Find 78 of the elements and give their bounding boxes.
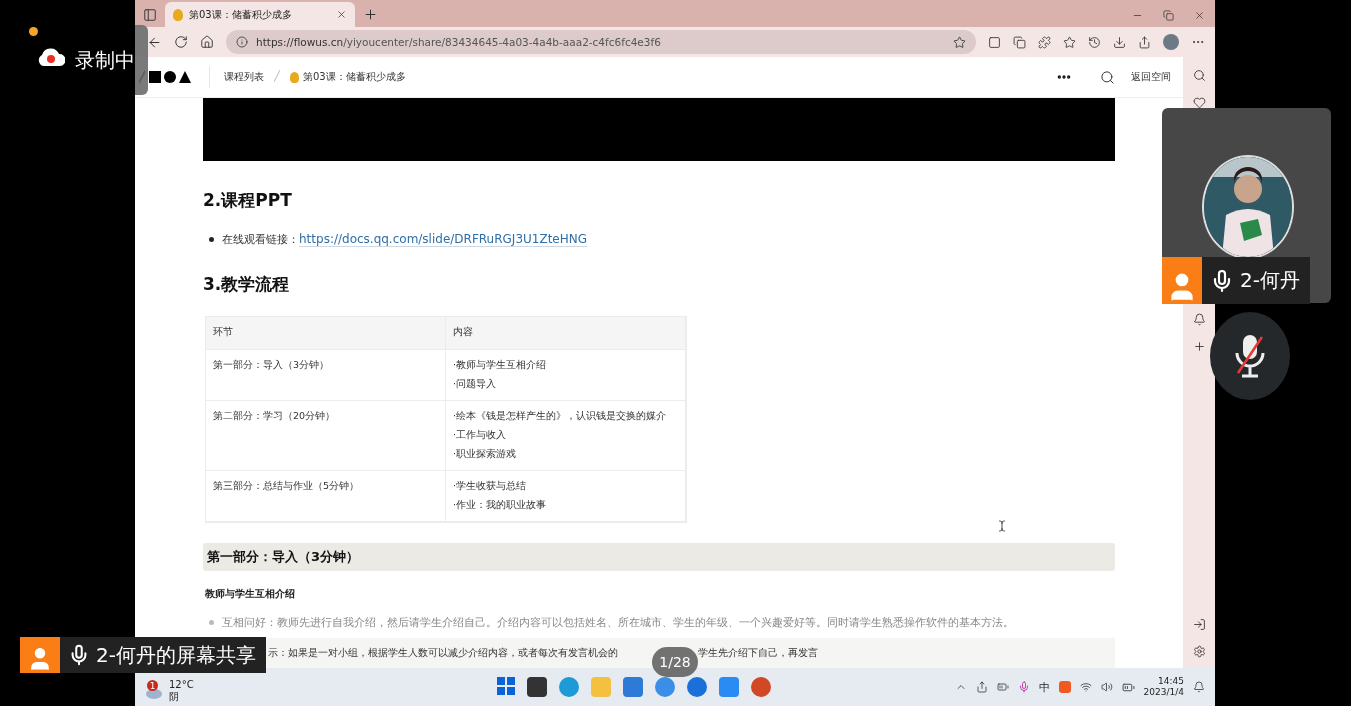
table-cell-text: 第二部分：学习（20分钟） [213,410,337,423]
panel-handle[interactable] [135,25,148,95]
notification-icon[interactable] [1193,681,1205,693]
browser-tab[interactable]: 第03课：储蓄积少成多 [165,2,355,27]
wifi-icon[interactable] [1079,681,1092,693]
settings-icon[interactable] [1192,645,1206,658]
weather-temperature: 12°C [169,678,194,691]
text-cursor-icon[interactable] [996,520,1008,532]
tab-favicon-icon [173,8,183,21]
notification-badge: 1 [147,680,158,691]
bullet-icon [209,237,214,242]
breadcrumb-link[interactable]: 课程列表 [224,70,264,84]
table-cell-text: ·绘本《钱是怎样产生的》，认识钱是交换的媒介 [453,410,668,423]
list-item-text: 在线观看链接：https://docs.qq.com/slide/DRFRuRGJ3U1ZteHNG [222,232,588,247]
ime-indicator[interactable]: 中 [1038,679,1050,695]
profile-avatar[interactable] [1163,34,1179,50]
table-cell-text: 第一部分：导入（3分钟） [213,359,331,372]
download-icon[interactable] [1113,35,1126,49]
participant-icon [1162,257,1202,304]
start-icon[interactable] [497,677,516,695]
tab-actions-icon[interactable] [143,8,157,22]
share-icon[interactable] [1138,35,1151,49]
favorite-icon[interactable] [953,35,966,49]
search-icon[interactable] [1192,69,1206,82]
cloud-record-icon [37,47,65,67]
screen-share-label: 2-何丹的屏幕共享 [60,637,266,673]
meeting-app-icon[interactable] [719,677,740,697]
slide-link[interactable]: https://docs.qq.com/slide/DRFRuRGJ3U1ZteHNG [299,232,588,247]
sogou-icon[interactable] [1058,681,1071,693]
clock-date[interactable]: 2023/1/4 [1143,687,1184,699]
extensions-icon[interactable] [1038,35,1051,49]
column-header: 内容 [446,317,686,350]
home-icon[interactable] [200,35,214,49]
back-to-space-link[interactable]: 返回空间 [1131,70,1171,84]
column-header: 环节 [206,317,446,350]
close-icon[interactable] [336,9,347,20]
table-cell-text: ·作业：我的职业故事 [453,499,548,512]
recording-label: 录制中 [75,47,135,74]
participant-label: 2-何丹 [1202,257,1310,304]
volume-icon[interactable] [1100,681,1113,693]
status-dot [29,27,38,36]
table-cell-text: ·工作与收入 [453,429,508,442]
section-heading: 3.教学流程 [203,273,291,296]
breadcrumb-link[interactable]: 第03课：储蓄积少成多 [303,70,406,84]
address-bar[interactable]: https://flowus.cn/yiyoucenter/share/83434645-4a03-4a4b-aaa2-c4fc6fc4e3f6 [226,30,976,54]
url-text: https://flowus.cn/yiyoucenter/share/83434645-4a03-4a4b-aaa2-c4fc6fc4e3f6 [256,36,661,48]
part-heading: 第一部分：导入（3分钟） [203,543,1115,571]
history-icon[interactable] [1088,35,1101,49]
bullet-icon [209,620,214,625]
breadcrumb-separator-icon [274,70,280,84]
reload-icon[interactable] [174,35,188,49]
close-window-icon[interactable] [1194,10,1205,21]
cloud-icon [145,687,163,699]
microphone-icon[interactable] [1017,681,1030,693]
app-icon[interactable] [687,677,708,697]
favorites-icon[interactable] [1063,35,1076,49]
collections-icon[interactable] [1013,35,1026,49]
table-cell-text: 第三部分：总结与作业（5分钟） [213,480,361,493]
search-icon[interactable] [1100,69,1115,85]
new-tab-icon[interactable] [363,7,378,22]
table-cell-text: ·职业探索游戏 [453,448,518,461]
table-cell-text: ·学生收获与总结 [453,480,528,493]
list-item-text: 互相问好：教师先进行自我介绍，然后请学生介绍自己。介绍内容可以包括姓名、所在城市、学生的年级、一个兴趣爱好等。同时请学生熟悉操作软件的基本方法。 [222,615,1014,630]
tray-icon[interactable] [975,681,988,693]
add-icon[interactable] [1192,340,1206,353]
sidebar-toggle-icon[interactable] [1192,618,1206,631]
table-cell-text: ·问题导入 [453,378,498,391]
weather-condition: 阴 [169,691,179,704]
table-cell-text: ·教师与学生互相介绍 [453,359,548,372]
subheading: 教师与学生互相介绍 [205,587,296,601]
tab-title: 第03课：储蓄积少成多 [189,7,293,22]
restore-icon[interactable] [1163,10,1174,21]
back-icon[interactable] [147,34,162,50]
section-heading: 2.课程PPT [203,189,293,212]
clock-time[interactable]: 14:45 [1158,675,1184,687]
bell-icon[interactable] [1192,313,1206,326]
sharer-icon [20,637,60,673]
taskview-icon[interactable] [527,677,548,697]
